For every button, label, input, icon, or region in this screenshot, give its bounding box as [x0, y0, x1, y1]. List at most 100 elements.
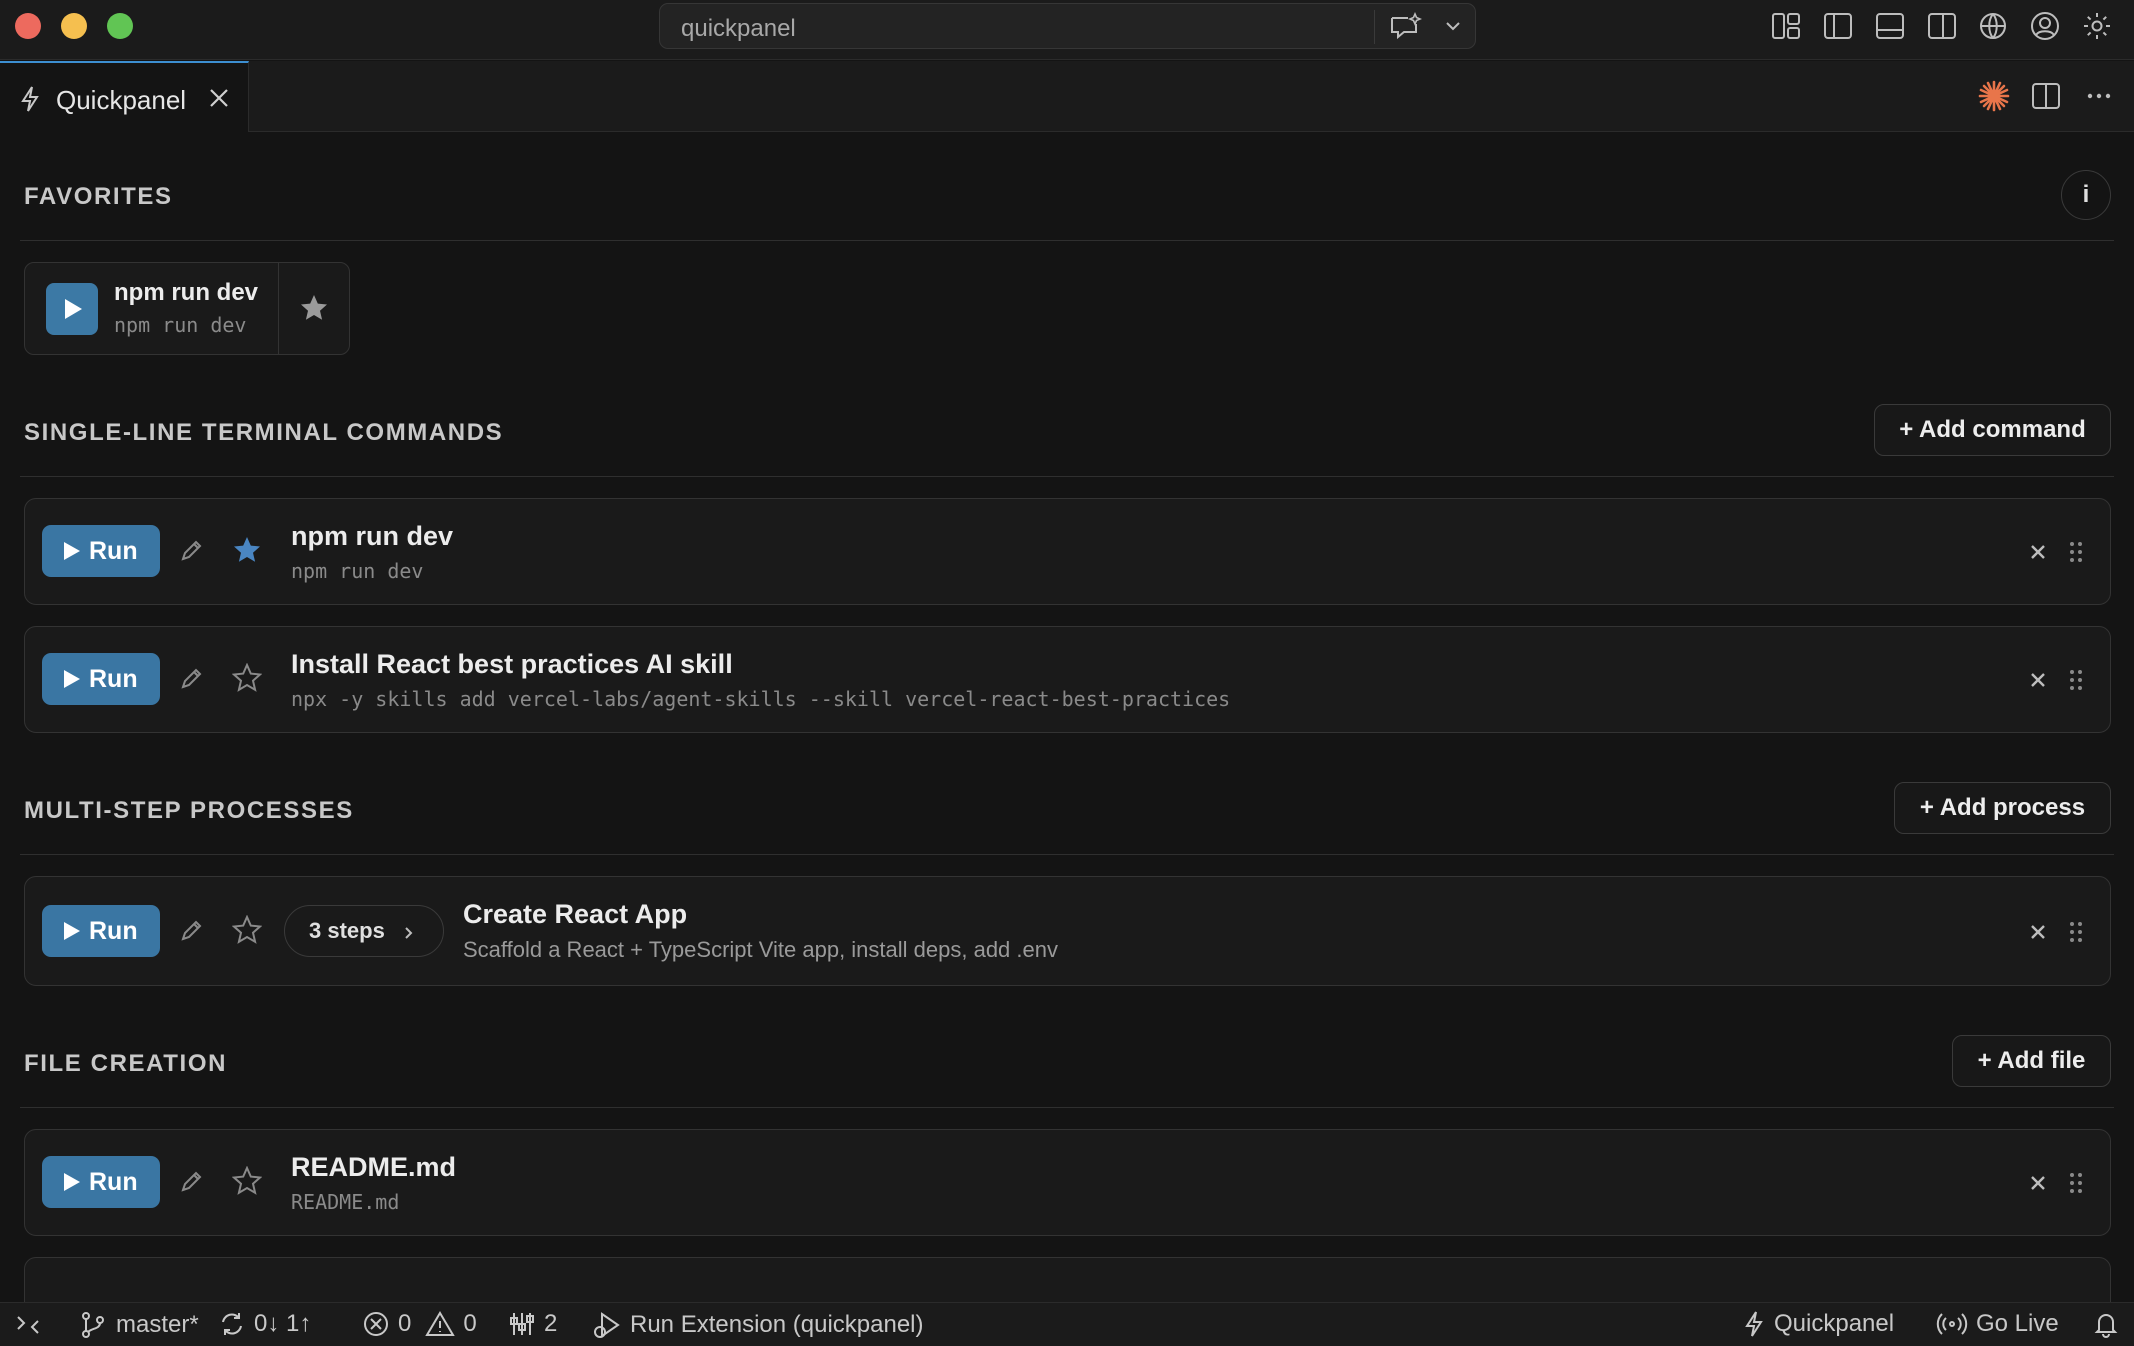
run-button[interactable]: Run — [42, 1156, 160, 1208]
sparkle-icon[interactable] — [1978, 80, 2010, 117]
add-file-button[interactable]: + Add file — [1952, 1035, 2111, 1087]
account-icon[interactable] — [2029, 10, 2061, 42]
broadcast-icon — [1936, 1313, 1968, 1335]
steps-expand-button[interactable]: 3 steps — [284, 905, 444, 957]
file-row-partial — [24, 1257, 2111, 1302]
quickpanel-status[interactable]: Quickpanel — [1742, 1310, 1894, 1338]
sync-icon — [222, 1313, 242, 1335]
run-label: Run — [89, 664, 138, 693]
sync-counts: 0↓ 1↑ — [254, 1310, 312, 1337]
error-icon — [364, 1312, 388, 1336]
minimize-window-button[interactable] — [61, 13, 87, 39]
remove-icon[interactable] — [2029, 543, 2047, 566]
command-text: npm run dev — [291, 559, 424, 583]
add-command-button[interactable]: + Add command — [1874, 404, 2111, 456]
run-label: Run — [89, 1167, 138, 1196]
edit-pencil-icon[interactable] — [179, 665, 205, 696]
remove-icon[interactable] — [2029, 923, 2047, 946]
star-outline-icon[interactable] — [231, 662, 263, 698]
remove-icon[interactable] — [2029, 1174, 2047, 1197]
add-process-button[interactable]: + Add process — [1894, 782, 2111, 834]
run-extension-status[interactable]: Run Extension (quickpanel) — [592, 1310, 924, 1340]
run-button[interactable]: Run — [42, 653, 160, 705]
remote-indicator-icon[interactable] — [14, 1311, 50, 1339]
toggle-panel-icon[interactable] — [1874, 10, 1906, 42]
warning-count: 0 — [463, 1310, 477, 1337]
favorite-command: npm run dev — [114, 313, 247, 337]
favorite-item: npm run dev npm run dev — [24, 262, 350, 355]
favorite-separator — [278, 263, 279, 354]
chevron-down-icon[interactable] — [1443, 16, 1463, 41]
edit-pencil-icon[interactable] — [179, 537, 205, 568]
ports-status[interactable]: 2 — [508, 1310, 557, 1338]
go-live-label: Go Live — [1976, 1310, 2059, 1337]
file-creation-title: FILE CREATION — [24, 1050, 228, 1077]
toggle-secondary-sidebar-icon[interactable] — [1926, 10, 1958, 42]
go-live-status[interactable]: Go Live — [1936, 1310, 2059, 1338]
process-name: Create React App — [463, 899, 688, 929]
edit-pencil-icon[interactable] — [179, 1168, 205, 1199]
editor-tab-bar: Quickpanel — [0, 61, 2134, 132]
split-editor-icon[interactable] — [2030, 80, 2062, 117]
favorite-run-button[interactable] — [46, 283, 98, 335]
problems-status[interactable]: 0 0 — [362, 1310, 477, 1338]
command-name: npm run dev — [291, 521, 454, 551]
run-button[interactable]: Run — [42, 525, 160, 577]
branch-name: master* — [116, 1311, 199, 1338]
run-label: Run — [89, 916, 138, 945]
more-actions-icon[interactable] — [2083, 80, 2115, 117]
info-button[interactable]: i — [2061, 170, 2111, 220]
close-window-button[interactable] — [15, 13, 41, 39]
notifications-bell-icon[interactable] — [2092, 1310, 2128, 1338]
file-row: Run README.md README.md — [24, 1129, 2111, 1236]
play-icon — [64, 1173, 80, 1191]
section-divider — [20, 854, 2114, 855]
quickpanel-label: Quickpanel — [1774, 1310, 1895, 1337]
favorites-title: FAVORITES — [24, 183, 173, 210]
file-path: README.md — [291, 1190, 400, 1214]
section-divider — [20, 1107, 2114, 1108]
ports-count: 2 — [544, 1310, 558, 1337]
toggle-primary-sidebar-icon[interactable] — [1822, 10, 1854, 42]
multi-step-processes-title: MULTI-STEP PROCESSES — [24, 797, 354, 824]
branch-status[interactable]: master* — [78, 1310, 199, 1340]
quickpanel-view: FAVORITES i npm run dev npm run dev SING… — [0, 133, 2134, 1302]
close-icon[interactable] — [207, 86, 231, 115]
tab-quickpanel[interactable]: Quickpanel — [0, 61, 249, 132]
drag-handle-icon[interactable] — [2069, 669, 2083, 696]
error-count: 0 — [398, 1310, 412, 1337]
chat-sparkle-icon[interactable] — [1388, 11, 1423, 47]
star-outline-icon[interactable] — [231, 1165, 263, 1201]
play-icon — [65, 299, 82, 319]
chevron-right-icon — [403, 922, 415, 948]
command-text: npx -y skills add vercel-labs/agent-skil… — [291, 687, 1231, 711]
run-button[interactable]: Run — [42, 905, 160, 957]
run-label: Run — [89, 536, 138, 565]
settings-gear-icon[interactable] — [2081, 10, 2113, 42]
drag-handle-icon[interactable] — [2069, 921, 2083, 948]
file-name: README.md — [291, 1152, 457, 1182]
section-divider — [20, 476, 2114, 477]
drag-handle-icon[interactable] — [2069, 1172, 2083, 1199]
sync-status[interactable]: 0↓ 1↑ — [218, 1310, 311, 1338]
process-description: Scaffold a React + TypeScript Vite app, … — [463, 937, 1058, 962]
drag-handle-icon[interactable] — [2069, 541, 2083, 568]
debug-run-icon — [594, 1312, 620, 1338]
lightning-icon — [1745, 1311, 1763, 1337]
globe-icon[interactable] — [1977, 10, 2009, 42]
command-center-search[interactable]: quickpanel — [659, 3, 1476, 49]
star-filled-icon[interactable] — [299, 293, 329, 328]
star-outline-icon[interactable] — [231, 914, 263, 950]
star-filled-icon[interactable] — [232, 535, 262, 570]
command-center-label: quickpanel — [681, 15, 796, 42]
play-icon — [64, 670, 80, 688]
steps-label: 3 steps — [309, 918, 385, 943]
title-bar: quickpanel — [0, 0, 2134, 60]
edit-pencil-icon[interactable] — [179, 917, 205, 948]
status-bar: master* 0↓ 1↑ 0 0 2 Run Extension (quick… — [0, 1302, 2134, 1346]
lightning-icon — [18, 85, 42, 118]
command-row: Run npm run dev npm run dev — [24, 498, 2111, 605]
remove-icon[interactable] — [2029, 671, 2047, 694]
customize-layout-icon[interactable] — [1770, 10, 1802, 42]
maximize-window-button[interactable] — [107, 13, 133, 39]
